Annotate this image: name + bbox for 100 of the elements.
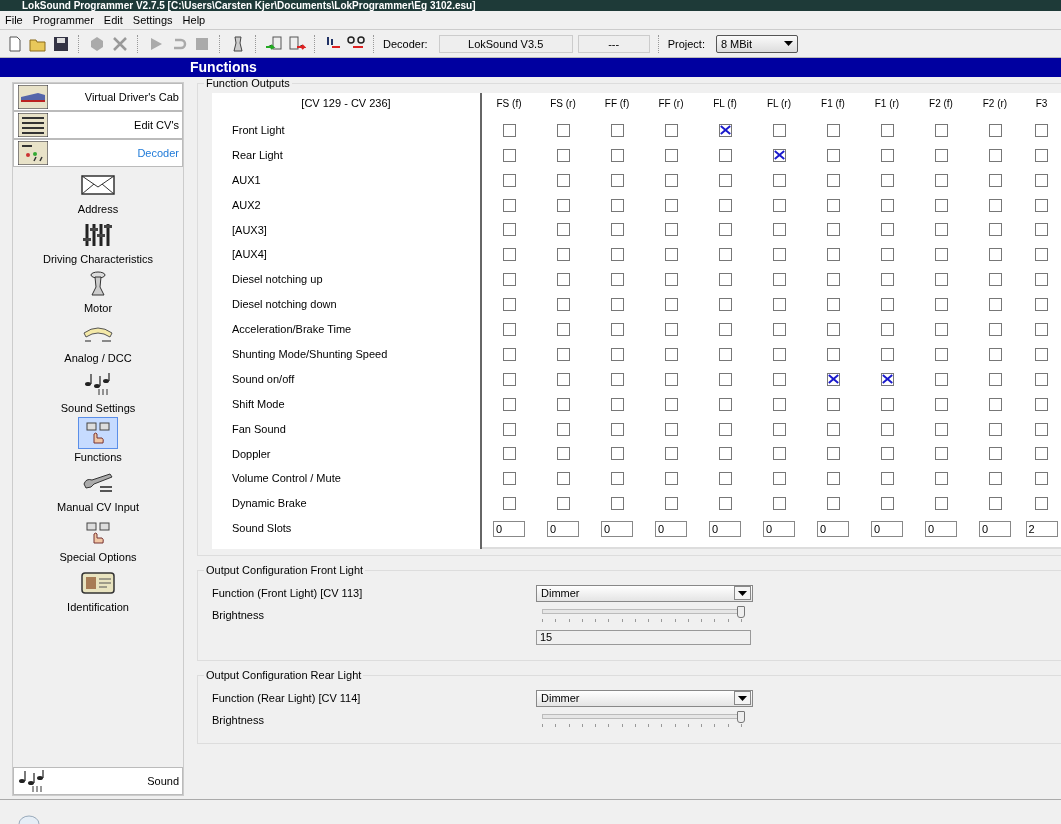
checkbox[interactable]: [610, 472, 624, 486]
checkbox[interactable]: [1035, 148, 1048, 162]
checkbox[interactable]: [556, 198, 570, 212]
checkbox[interactable]: [934, 472, 948, 486]
checkbox[interactable]: [502, 148, 516, 162]
checkbox[interactable]: [1035, 173, 1048, 187]
checkbox[interactable]: [772, 298, 786, 312]
checkbox[interactable]: [664, 148, 678, 162]
checkbox[interactable]: [880, 447, 894, 461]
sound-slot-field[interactable]: 0: [601, 520, 633, 537]
checkbox[interactable]: [934, 298, 948, 312]
checkbox[interactable]: [826, 198, 840, 212]
checkbox[interactable]: [934, 223, 948, 237]
checkbox[interactable]: [934, 198, 948, 212]
sidebar-tab[interactable]: Virtual Driver's Cab: [13, 83, 183, 111]
checkbox[interactable]: [610, 273, 624, 287]
checkbox[interactable]: [880, 198, 894, 212]
checkbox[interactable]: [610, 322, 624, 336]
checkbox[interactable]: [772, 198, 786, 212]
checkbox[interactable]: [772, 397, 786, 411]
checkbox[interactable]: [988, 347, 1002, 361]
checkbox[interactable]: [988, 123, 1002, 137]
checkbox[interactable]: [772, 148, 786, 162]
sidebar-item[interactable]: Analog / DCC: [64, 318, 132, 368]
checkbox[interactable]: [556, 273, 570, 287]
checkbox[interactable]: [988, 497, 1002, 511]
checkbox[interactable]: [664, 273, 678, 287]
checkbox[interactable]: [610, 248, 624, 262]
save-icon[interactable]: [52, 34, 70, 53]
sound-slot-field[interactable]: 0: [817, 520, 849, 537]
checkbox[interactable]: [664, 372, 678, 386]
checkbox[interactable]: [772, 422, 786, 436]
sound-slot-field[interactable]: 0: [547, 520, 579, 537]
sidebar-item[interactable]: Special Options: [59, 516, 137, 567]
checkbox[interactable]: [880, 497, 894, 511]
checkbox[interactable]: [772, 497, 786, 511]
checkbox[interactable]: [718, 148, 732, 162]
sidebar-item[interactable]: Driving Characteristics: [43, 218, 153, 269]
checkbox[interactable]: [718, 273, 732, 287]
checkbox[interactable]: [718, 472, 732, 486]
checkbox[interactable]: [502, 173, 516, 187]
sound-slot-field[interactable]: 0: [925, 520, 957, 537]
sound-slot-field[interactable]: 0: [979, 520, 1011, 537]
checkbox[interactable]: [610, 198, 624, 212]
checkbox[interactable]: [610, 223, 624, 237]
checkbox[interactable]: [988, 173, 1002, 187]
checkbox[interactable]: [502, 347, 516, 361]
checkbox[interactable]: [988, 397, 1002, 411]
checkbox[interactable]: [502, 397, 516, 411]
checkbox[interactable]: [556, 497, 570, 511]
checkbox[interactable]: [826, 273, 840, 287]
checkbox[interactable]: [502, 198, 516, 212]
checkbox[interactable]: [664, 397, 678, 411]
checkbox[interactable]: [1035, 347, 1048, 361]
sound-slot-field[interactable]: 0: [709, 520, 741, 537]
checkbox[interactable]: [934, 497, 948, 511]
cross-icon[interactable]: [111, 34, 129, 53]
checkbox[interactable]: [1035, 372, 1048, 386]
checkbox[interactable]: [988, 148, 1002, 162]
checkbox[interactable]: [664, 173, 678, 187]
checkbox[interactable]: [934, 447, 948, 461]
checkbox[interactable]: [988, 372, 1002, 386]
checkbox[interactable]: [772, 472, 786, 486]
checkbox[interactable]: [718, 447, 732, 461]
checkbox[interactable]: [502, 322, 516, 336]
checkbox[interactable]: [502, 372, 516, 386]
checkbox[interactable]: [826, 223, 840, 237]
checkbox[interactable]: [1035, 223, 1048, 237]
checkbox[interactable]: [880, 347, 894, 361]
checkbox[interactable]: [880, 372, 894, 386]
checkbox[interactable]: [556, 173, 570, 187]
checkbox[interactable]: [1035, 472, 1048, 486]
checkbox[interactable]: [556, 298, 570, 312]
checkbox[interactable]: [664, 198, 678, 212]
checkbox[interactable]: [772, 372, 786, 386]
checkbox[interactable]: [718, 347, 732, 361]
checkbox[interactable]: [934, 347, 948, 361]
checkbox[interactable]: [502, 123, 516, 137]
checkbox[interactable]: [826, 123, 840, 137]
checkbox[interactable]: [1035, 273, 1048, 287]
checkbox[interactable]: [1035, 322, 1048, 336]
checkbox[interactable]: [502, 472, 516, 486]
checkbox[interactable]: [772, 273, 786, 287]
checkbox[interactable]: [880, 472, 894, 486]
export-icon[interactable]: [288, 34, 306, 53]
checkbox[interactable]: [1035, 298, 1048, 312]
checkbox[interactable]: [988, 322, 1002, 336]
checkbox[interactable]: [556, 248, 570, 262]
checkbox[interactable]: [718, 223, 732, 237]
checkbox[interactable]: [826, 397, 840, 411]
checkbox[interactable]: [1035, 123, 1048, 137]
checkbox[interactable]: [1035, 397, 1048, 411]
checkbox[interactable]: [718, 198, 732, 212]
checkbox[interactable]: [826, 347, 840, 361]
checkbox[interactable]: [502, 273, 516, 287]
checkbox[interactable]: [664, 298, 678, 312]
checkbox[interactable]: [934, 148, 948, 162]
sound-slot-field[interactable]: 0: [493, 520, 525, 537]
checkbox[interactable]: [556, 123, 570, 137]
checkbox[interactable]: [718, 422, 732, 436]
